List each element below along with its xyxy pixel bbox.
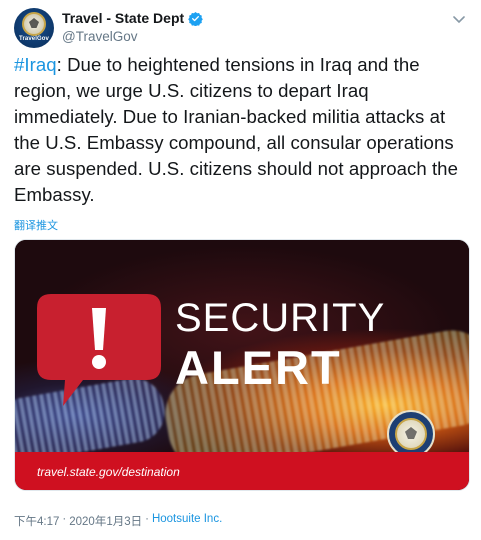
avatar[interactable]: TravelGov xyxy=(14,8,54,48)
state-dept-seal-icon xyxy=(387,410,435,452)
alert-heading: ALERT xyxy=(175,341,342,394)
meta-separator: · xyxy=(62,513,67,525)
destination-band: travel.state.gov/destination xyxy=(15,452,469,490)
seal-inner xyxy=(395,418,427,450)
account-names: Travel - State Dept @TravelGov xyxy=(62,10,203,44)
destination-url: travel.state.gov/destination xyxy=(37,465,180,479)
meta-separator: · xyxy=(145,513,149,525)
tweet-date[interactable]: 2020年1月3日 xyxy=(69,513,142,529)
media-artwork: SECURITY ALERT xyxy=(15,240,469,452)
tweet-card: TravelGov Travel - State Dept @TravelGov… xyxy=(0,0,481,540)
tweet-source-link[interactable]: Hootsuite Inc. xyxy=(152,513,222,529)
security-heading: SECURITY xyxy=(175,296,386,340)
verified-badge-icon xyxy=(188,11,203,26)
display-name[interactable]: Travel - State Dept xyxy=(62,10,184,26)
tweet-time[interactable]: 下午4:17 xyxy=(14,513,59,529)
handle[interactable]: @TravelGov xyxy=(62,29,203,44)
state-dept-seal-icon xyxy=(22,12,46,36)
chevron-down-icon xyxy=(453,16,465,24)
tweet-meta: 下午4:17 · 2020年1月3日 · Hootsuite Inc. xyxy=(14,513,222,529)
hashtag-link[interactable]: #Iraq xyxy=(14,54,57,75)
media-image[interactable]: SECURITY ALERT travel.state.gov/destinat… xyxy=(14,239,470,491)
avatar-caption: TravelGov xyxy=(19,36,49,42)
tweet-text: #Iraq: Due to heightened tensions in Ira… xyxy=(14,52,472,208)
translate-tweet-link[interactable]: 翻译推文 xyxy=(14,217,58,233)
tweet-body: : Due to heightened tensions in Iraq and… xyxy=(14,54,458,205)
alert-exclamation-icon xyxy=(37,294,161,406)
display-name-row: Travel - State Dept xyxy=(62,10,203,26)
more-options-button[interactable] xyxy=(451,12,467,28)
